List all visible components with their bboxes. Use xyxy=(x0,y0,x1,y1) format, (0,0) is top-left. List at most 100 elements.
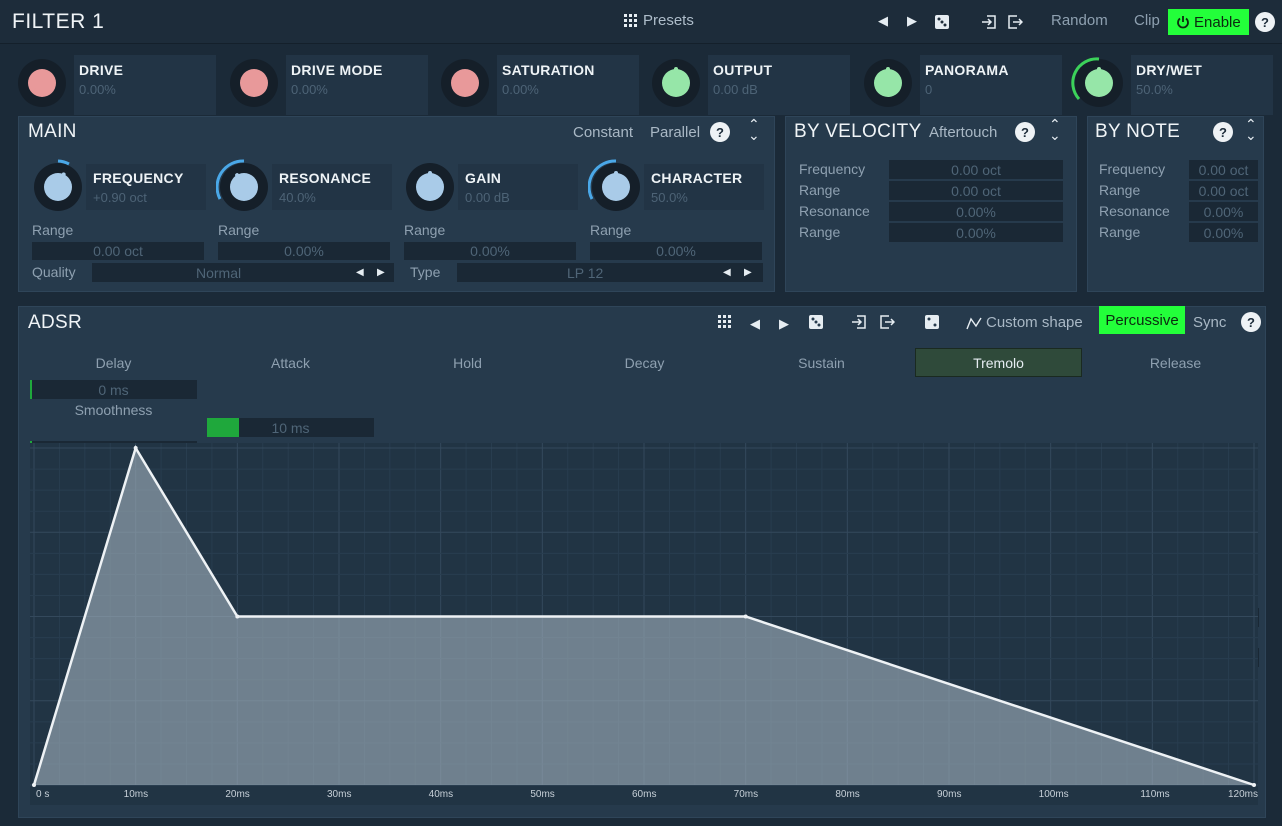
range-field[interactable]: 0.00% xyxy=(590,242,762,260)
stage-header-decay[interactable]: Decay xyxy=(561,355,728,371)
row-value-field[interactable]: 0.00% xyxy=(1189,202,1258,221)
x-tick-label: 60ms xyxy=(632,789,657,800)
stage-field[interactable]: 10 ms xyxy=(207,418,374,437)
envelope-point[interactable] xyxy=(133,446,138,450)
knob-dry-wet[interactable] xyxy=(1071,57,1123,107)
knob-resonance[interactable] xyxy=(216,159,268,211)
percussive-button[interactable]: Percussive xyxy=(1099,306,1185,334)
row-value-field[interactable]: 0.00 oct xyxy=(889,160,1063,179)
by-velocity-title: BY VELOCITY xyxy=(794,121,922,142)
envelope-point[interactable] xyxy=(743,614,748,619)
stage-header-sustain[interactable]: Sustain xyxy=(738,355,905,371)
x-tick-label: 40ms xyxy=(428,789,454,800)
help-icon[interactable]: ? xyxy=(1255,12,1275,32)
row-value-field[interactable]: 0.00% xyxy=(1189,223,1258,242)
row-value-field[interactable]: 0.00 oct xyxy=(1189,181,1258,200)
random-button[interactable]: Random xyxy=(1051,12,1108,29)
grid-icon xyxy=(624,13,637,27)
quality-selector[interactable]: Normal ◀ ▶ xyxy=(92,263,394,282)
knob-drive-mode[interactable] xyxy=(230,59,278,107)
knob-gain[interactable] xyxy=(406,163,454,211)
velocity-help-icon[interactable]: ? xyxy=(1015,122,1035,142)
quality-prev-icon[interactable]: ◀ xyxy=(356,267,364,278)
dice-icon[interactable] xyxy=(935,15,949,29)
row-value-field[interactable]: 0.00 oct xyxy=(889,181,1063,200)
knob-indicator xyxy=(886,67,890,81)
envelope-point[interactable] xyxy=(235,614,240,619)
range-label: Range xyxy=(32,222,74,238)
row-value-field[interactable]: 0.00% xyxy=(889,202,1063,221)
adsr-random-icon[interactable] xyxy=(925,315,939,329)
knob-label: DRIVE xyxy=(79,62,124,78)
type-prev-icon[interactable]: ◀ xyxy=(723,267,731,278)
knob-value: 50.0% xyxy=(651,190,688,205)
presets-label: Presets xyxy=(643,12,694,29)
envelope-graph[interactable] xyxy=(30,443,1258,805)
range-field[interactable]: 0.00% xyxy=(404,242,576,260)
knob-saturation[interactable] xyxy=(441,59,489,107)
quality-label: Quality xyxy=(32,264,76,280)
main-expand-icon[interactable]: ⌃ ⌄ xyxy=(748,117,760,142)
range-field[interactable]: 0.00% xyxy=(218,242,390,260)
adsr-help-icon[interactable]: ? xyxy=(1241,312,1261,332)
quality-next-icon[interactable]: ▶ xyxy=(377,267,385,278)
adsr-presets-icon[interactable] xyxy=(718,315,731,328)
row-label: Range xyxy=(799,182,841,198)
row-value-field[interactable]: 0.00% xyxy=(889,223,1063,242)
type-label: Type xyxy=(410,264,441,280)
note-help-icon[interactable]: ? xyxy=(1213,122,1233,142)
stage-header-delay[interactable]: Delay xyxy=(30,355,197,371)
enable-label: Enable xyxy=(1194,13,1241,31)
prev-preset-icon[interactable]: ◀ xyxy=(878,13,888,29)
stage-field[interactable]: 0 ms xyxy=(30,380,197,399)
stage-header-tremolo[interactable]: Tremolo xyxy=(915,348,1082,377)
range-label: Range xyxy=(590,222,632,238)
row-value-field[interactable]: 0.00 oct xyxy=(1189,160,1258,179)
stage-header-release[interactable]: Release xyxy=(1092,355,1259,371)
knob-value: 0 xyxy=(925,82,933,97)
knob-character[interactable] xyxy=(588,159,640,211)
stage-header-attack[interactable]: Attack xyxy=(207,355,374,371)
knob-drive[interactable] xyxy=(18,59,66,107)
knob-frequency[interactable] xyxy=(34,159,82,211)
sync-button[interactable]: Sync xyxy=(1193,314,1226,331)
main-help-icon[interactable]: ? xyxy=(710,122,730,142)
save-icon[interactable] xyxy=(1007,14,1023,30)
velocity-source-button[interactable]: Aftertouch xyxy=(929,124,997,141)
type-next-icon[interactable]: ▶ xyxy=(744,267,752,278)
knob-output[interactable] xyxy=(652,59,700,107)
enable-button[interactable]: Enable xyxy=(1168,9,1249,35)
constant-button[interactable]: Constant xyxy=(573,124,633,141)
row-label: Range xyxy=(1099,224,1141,240)
x-tick-label: 110ms xyxy=(1140,789,1170,800)
type-value: LP 12 xyxy=(567,264,604,281)
custom-shape-button[interactable]: Custom shape xyxy=(966,314,1083,331)
load-icon[interactable] xyxy=(981,14,997,30)
range-field[interactable]: 0.00 oct xyxy=(32,242,204,260)
note-expand-icon[interactable]: ⌃ ⌄ xyxy=(1245,117,1257,142)
parallel-button[interactable]: Parallel xyxy=(650,124,700,141)
clip-button[interactable]: Clip xyxy=(1134,12,1160,29)
presets-button[interactable]: Presets xyxy=(624,12,694,29)
envelope-point[interactable] xyxy=(1252,783,1256,787)
adsr-load-icon[interactable] xyxy=(851,314,867,330)
knob-label: OUTPUT xyxy=(713,62,773,78)
custom-shape-label: Custom shape xyxy=(986,314,1083,331)
knob-panorama[interactable] xyxy=(864,59,912,107)
velocity-expand-icon[interactable]: ⌃ ⌄ xyxy=(1049,117,1061,142)
row-label: Frequency xyxy=(799,161,866,177)
knob-value: +0.90 oct xyxy=(93,190,147,205)
type-selector[interactable]: LP 12 ◀ ▶ xyxy=(457,263,763,282)
adsr-save-icon[interactable] xyxy=(879,314,895,330)
row-label: Resonance xyxy=(1099,203,1170,219)
range-label: Range xyxy=(218,222,260,238)
adsr-next-icon[interactable]: ▶ xyxy=(779,316,789,332)
envelope-point[interactable] xyxy=(32,783,36,787)
adsr-prev-icon[interactable]: ◀ xyxy=(750,316,760,332)
next-preset-icon[interactable]: ▶ xyxy=(907,13,917,29)
knob-label: CHARACTER xyxy=(651,170,743,186)
main-title: MAIN xyxy=(28,121,77,142)
knob-label: DRIVE MODE xyxy=(291,62,383,78)
adsr-dice-icon[interactable] xyxy=(809,315,823,329)
stage-header-hold[interactable]: Hold xyxy=(384,355,551,371)
